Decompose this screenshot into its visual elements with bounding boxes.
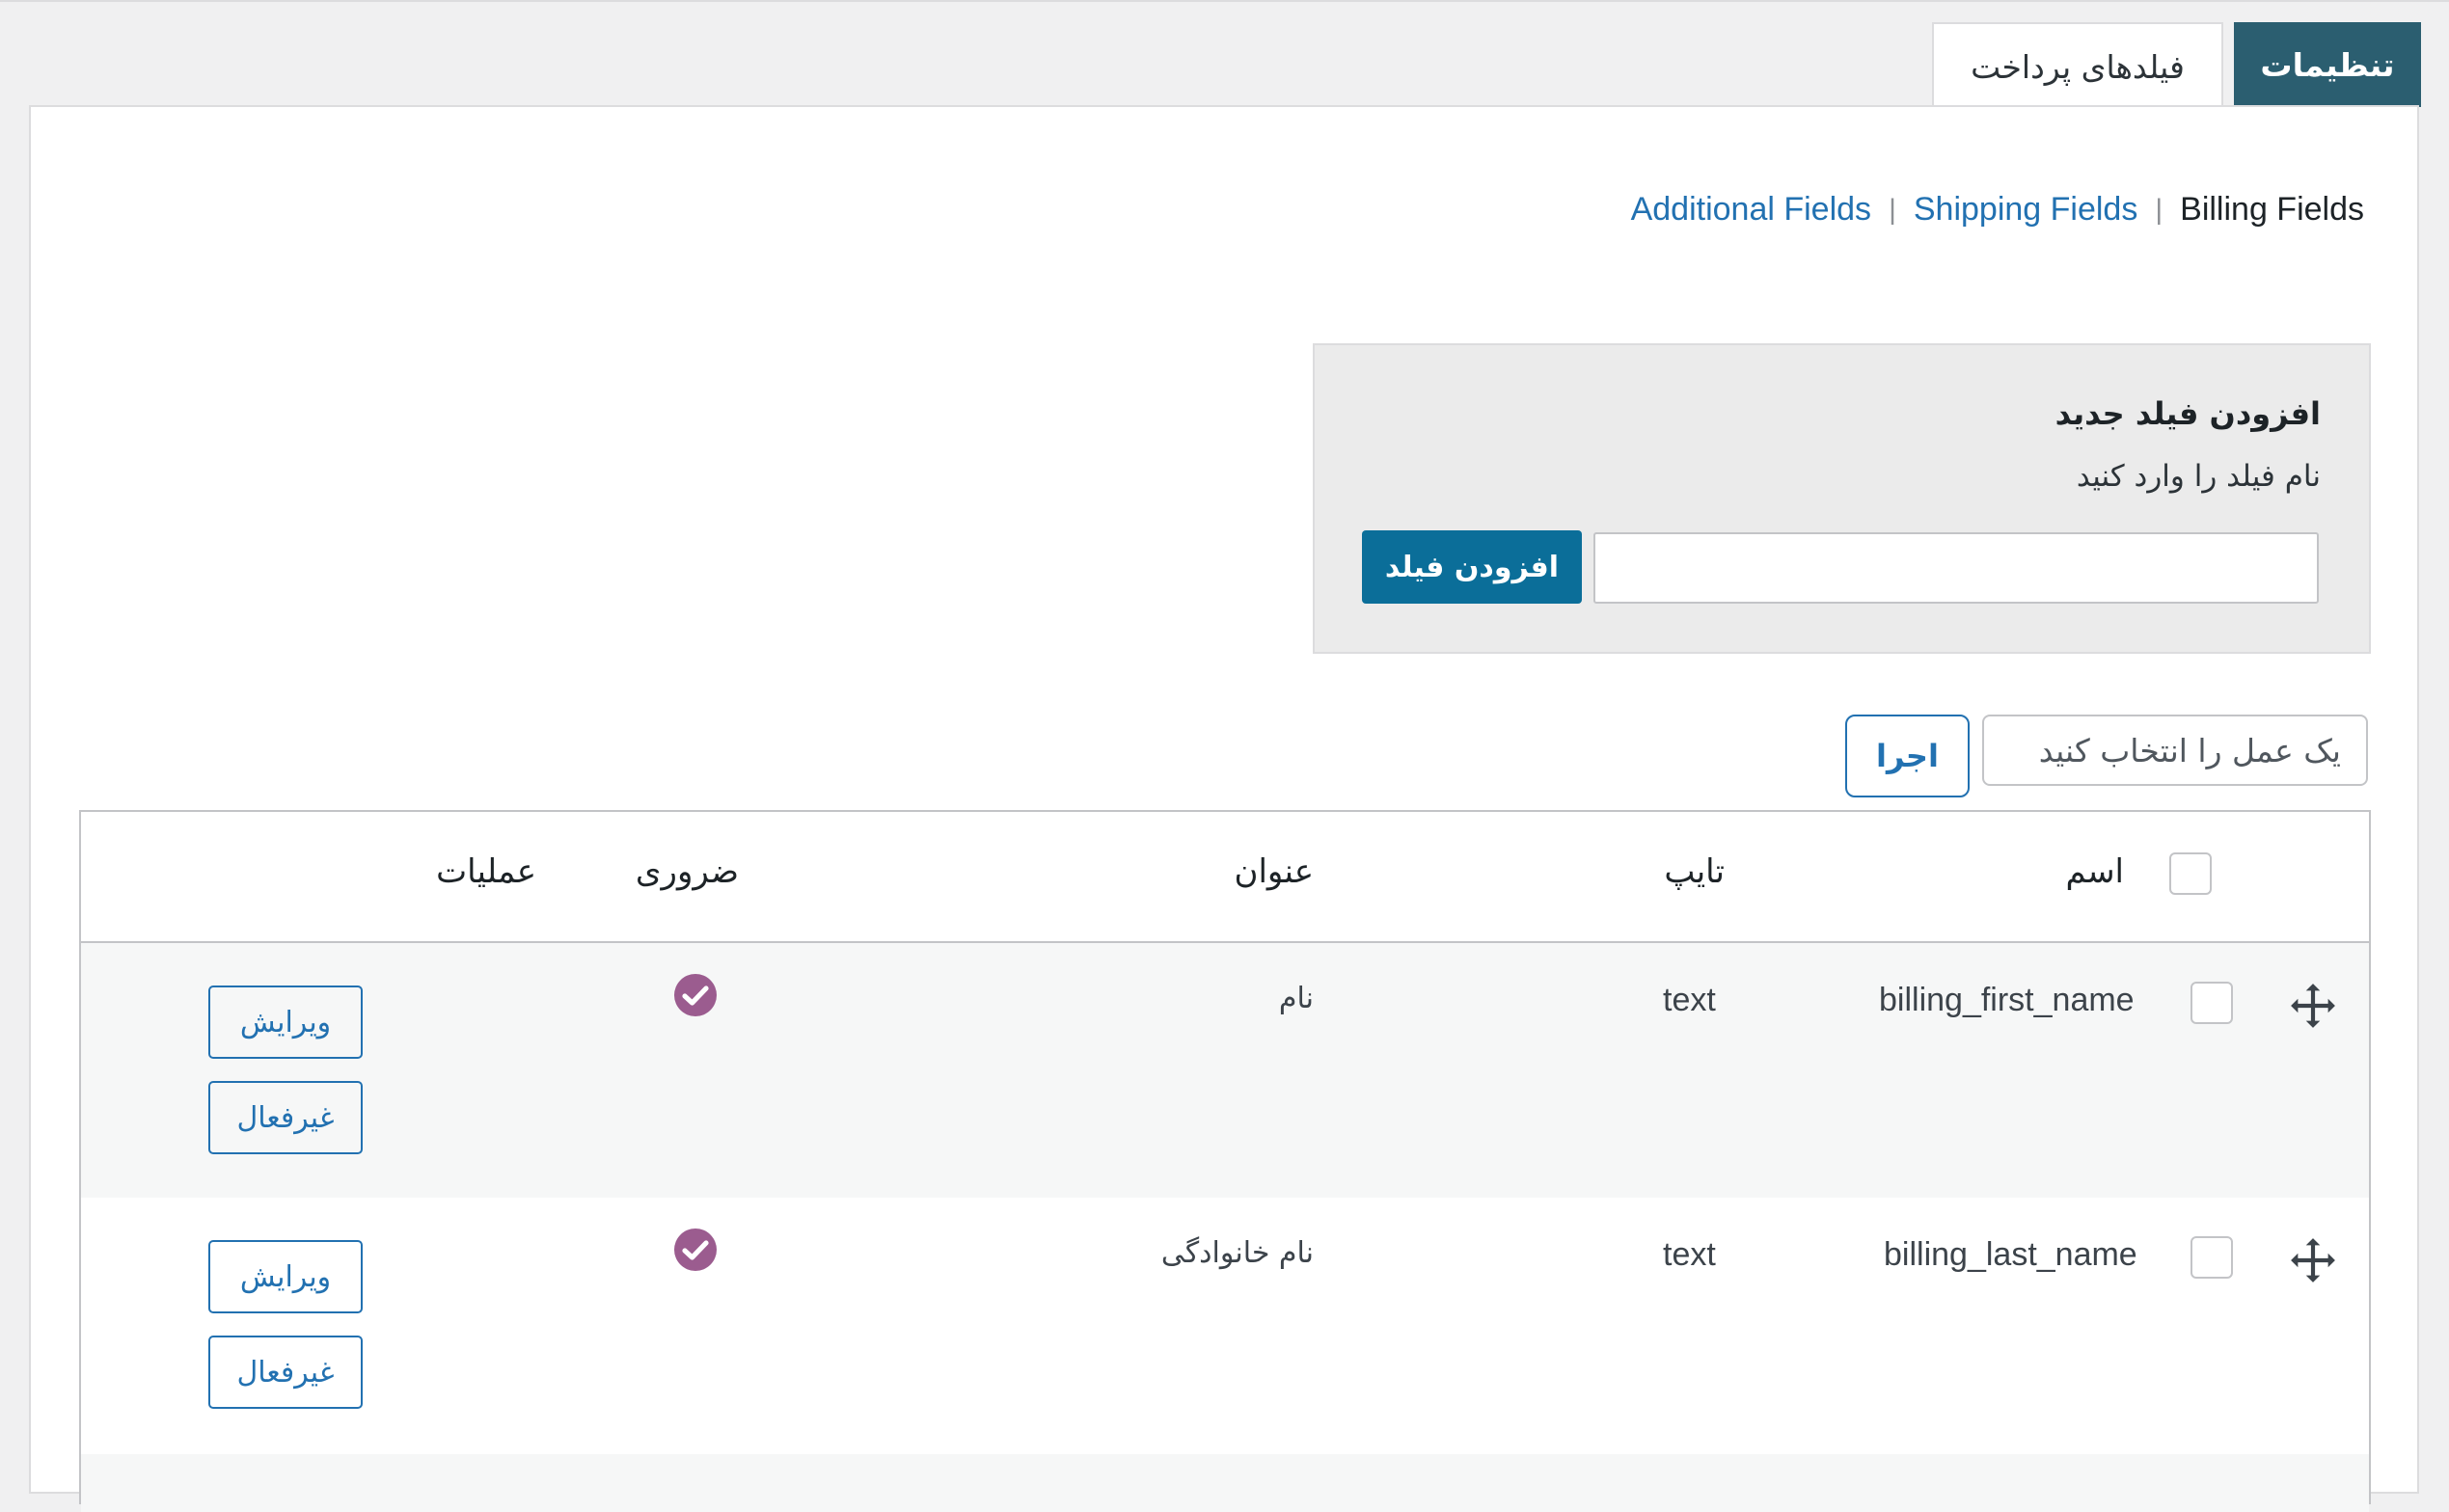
next-row-partial <box>81 1454 2369 1512</box>
add-field-button[interactable]: افزودن فیلد <box>1362 530 1582 604</box>
run-bulk-action-button[interactable]: اجرا <box>1845 715 1970 797</box>
subnav-billing-fields[interactable]: Billing Fields <box>2180 191 2364 229</box>
move-arrows-icon[interactable] <box>2289 982 2337 1030</box>
top-divider <box>0 0 2449 2</box>
tab-payment-fields[interactable]: فیلدهای پرداخت <box>1932 22 2223 109</box>
column-header-type: تایپ <box>1664 852 1725 891</box>
field-name: billing_first_name <box>1879 982 2135 1018</box>
disable-button[interactable]: غیرفعال <box>208 1081 363 1154</box>
check-circle-icon <box>674 1228 717 1271</box>
check-circle-icon <box>674 974 717 1016</box>
field-title: نام <box>1278 982 1314 1015</box>
row-checkbox[interactable] <box>2190 982 2233 1024</box>
table-header: اسم تایپ عنوان ضروری عملیات <box>81 812 2369 943</box>
edit-button[interactable]: ویرایش <box>208 986 363 1059</box>
column-header-name: اسم <box>2065 852 2124 891</box>
fields-table: اسم تایپ عنوان ضروری عملیات billing_firs… <box>79 810 2371 1512</box>
edit-button[interactable]: ویرایش <box>208 1240 363 1313</box>
bulk-action-selected: یک عمل را انتخاب کنید <box>2038 731 2341 770</box>
add-field-description: نام فیلد را وارد کنید <box>2076 459 2321 494</box>
field-name-input[interactable] <box>1593 532 2319 604</box>
field-title: نام خانوادگی <box>1160 1236 1314 1270</box>
move-arrows-icon[interactable] <box>2289 1236 2337 1284</box>
row-checkbox[interactable] <box>2190 1236 2233 1279</box>
subnav-separator: | <box>2155 193 2163 226</box>
add-field-heading: افزودن فیلد جدید <box>2054 395 2321 432</box>
select-all-checkbox[interactable] <box>2169 852 2212 895</box>
field-type: text <box>1663 1236 1716 1273</box>
table-row: billing_last_name text نام خانوادگی ویرا… <box>81 1200 2369 1454</box>
field-type: text <box>1663 982 1716 1018</box>
table-row: billing_first_name text نام ویرایش غیرفع… <box>81 943 2369 1198</box>
column-header-required: ضروری <box>635 852 739 891</box>
subnav-shipping-fields[interactable]: Shipping Fields <box>1914 191 2137 229</box>
field-name: billing_last_name <box>1884 1236 2137 1273</box>
column-header-title: عنوان <box>1234 852 1314 891</box>
tab-settings[interactable]: تنظیمات <box>2234 22 2421 107</box>
column-header-operations: عملیات <box>436 852 536 891</box>
add-field-box: افزودن فیلد جدید نام فیلد را وارد کنید ا… <box>1313 343 2371 654</box>
disable-button[interactable]: غیرفعال <box>208 1336 363 1409</box>
subnav-additional-fields[interactable]: Additional Fields <box>1631 191 1871 229</box>
bulk-action-select[interactable]: یک عمل را انتخاب کنید <box>1982 715 2368 786</box>
field-section-nav: Billing Fields | Shipping Fields | Addit… <box>1631 191 2364 229</box>
subnav-separator: | <box>1889 193 1896 226</box>
